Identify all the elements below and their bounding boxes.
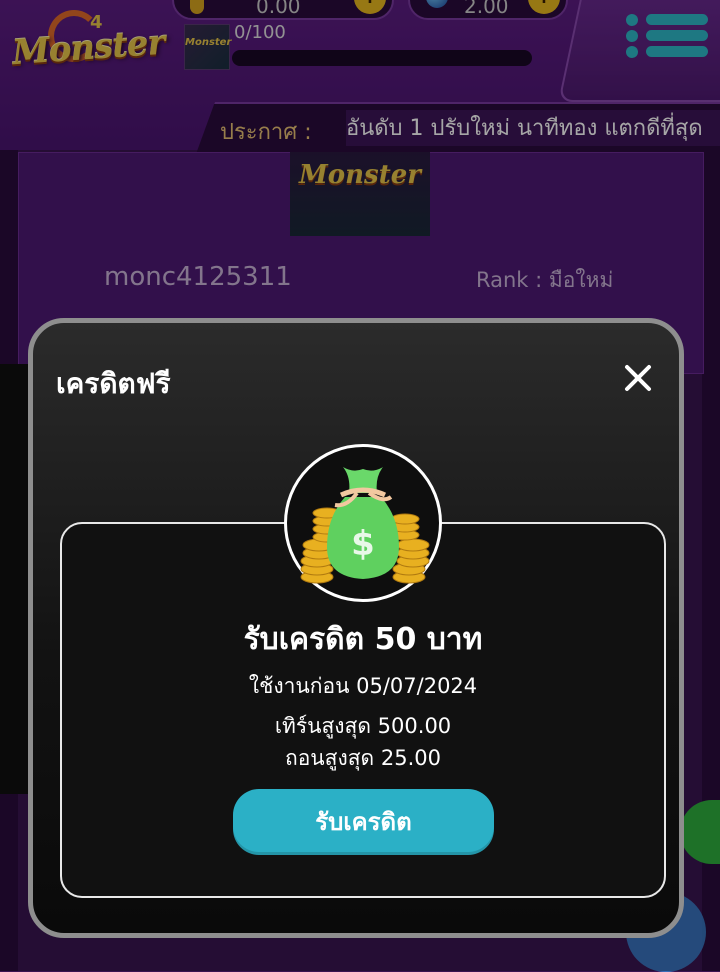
- expire-date: ใช้งานก่อน 05/07/2024: [248, 674, 478, 698]
- max-turnover: เทิร์นสูงสุด 500.00: [274, 714, 452, 738]
- reward-title: รับเครดิต 50 บาท: [243, 622, 483, 657]
- close-button[interactable]: [618, 358, 658, 398]
- max-withdraw: ถอนสูงสุด 25.00: [284, 746, 441, 770]
- claim-credit-button[interactable]: รับเครดิต: [233, 789, 494, 855]
- money-bag-icon: $: [284, 444, 442, 602]
- modal-title: เครดิตฟรี: [56, 367, 171, 400]
- close-icon: [625, 365, 651, 391]
- svg-text:$: $: [351, 524, 375, 564]
